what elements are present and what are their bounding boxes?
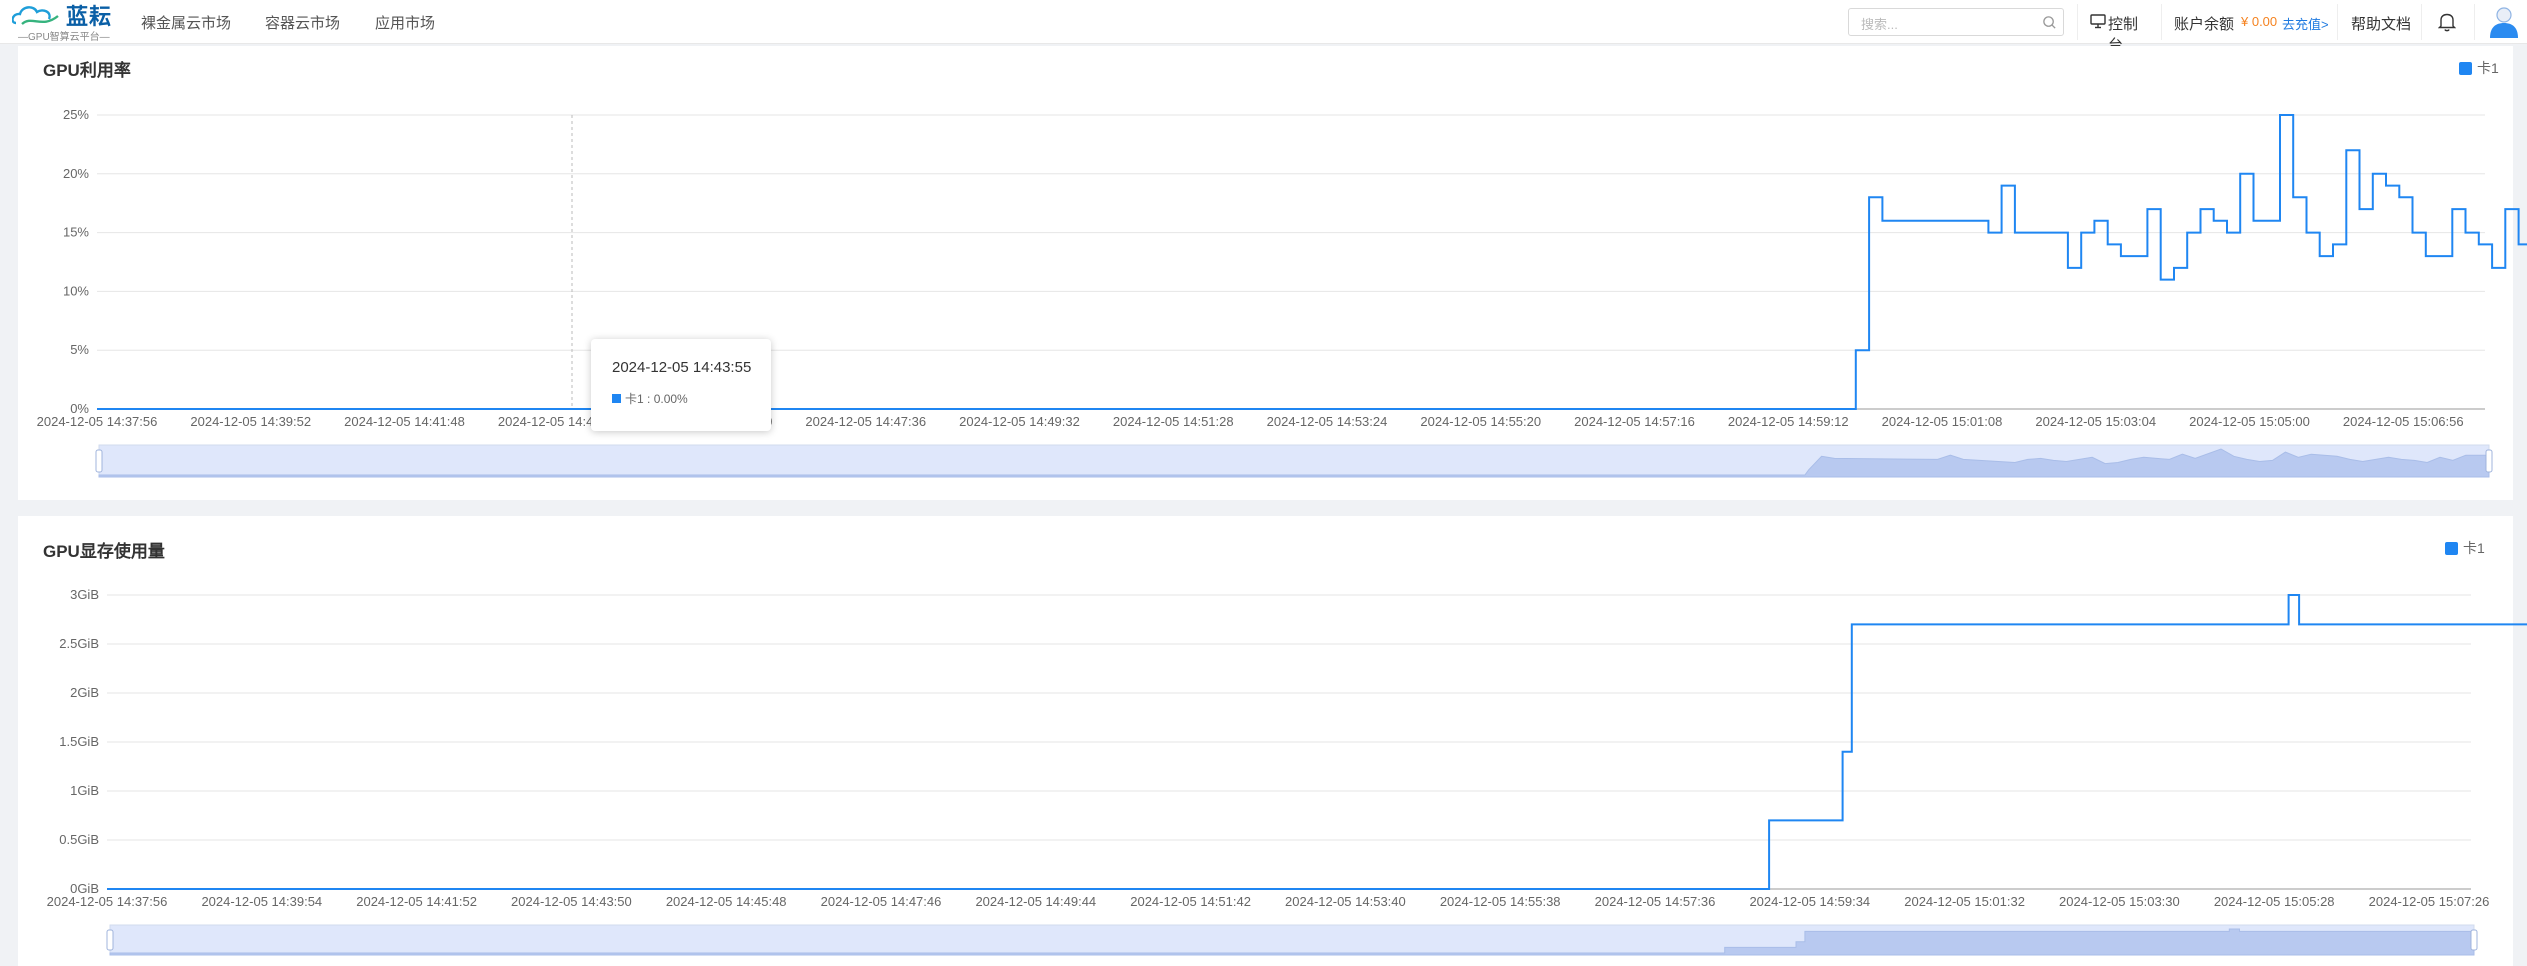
series-line-card1 xyxy=(97,114,2527,410)
zoom-handle[interactable] xyxy=(2470,929,2478,951)
y-tick-label: 5% xyxy=(70,342,89,357)
x-tick-label: 2024-12-05 14:39:52 xyxy=(190,414,311,429)
logo-subtitle: —GPU智算云平台— xyxy=(18,32,110,43)
x-tick-label: 2024-12-05 14:45:48 xyxy=(666,894,787,909)
gpu-utilization-panel: GPU利用率 卡1 0% 5% 10% 15% 20% 25% 2024-12-05 14:… xyxy=(18,46,2527,500)
x-tick-label: 2024-12-05 14:57:36 xyxy=(1595,894,1716,909)
top-navbar: 蓝耘 —GPU智算云平台— 裸金属云市场 容器云市场 应用市场 控制台 账户余额… xyxy=(0,0,2527,54)
monitor-icon xyxy=(2090,14,2106,29)
cloud-logo-icon[interactable] xyxy=(12,3,64,29)
x-tick-label: 2024-12-05 15:07:26 xyxy=(2369,894,2490,909)
nav-container-market[interactable]: 容器云市场 xyxy=(265,12,340,33)
zoom-handle[interactable] xyxy=(106,929,114,951)
tooltip-time: 2024-12-05 14:43:55 xyxy=(612,359,752,376)
x-tick-label: 2024-12-05 14:53:40 xyxy=(1285,894,1406,909)
x-tick-label: 2024-12-05 14:49:44 xyxy=(975,894,1096,909)
x-tick-label: 2024-12-05 14:39:54 xyxy=(201,894,322,909)
x-tick-label: 2024-12-05 14:47:46 xyxy=(821,894,942,909)
avatar[interactable] xyxy=(2489,5,2519,38)
y-tick-label: 1.5GiB xyxy=(59,734,99,749)
x-tick-label: 2024-12-05 14:43:50 xyxy=(511,894,632,909)
y-tick-label: 3GiB xyxy=(70,587,99,602)
header-divider xyxy=(2474,4,2475,40)
gpu-memory-panel: GPU显存使用量 卡1 0GiB 0.5GiB 1GiB 1.5GiB 2GiB 2.5G… xyxy=(18,516,2527,966)
tooltip-value: 0.00% xyxy=(653,391,688,406)
balance-value: ¥ 0.00 xyxy=(2241,14,2278,29)
header-divider xyxy=(2161,4,2162,40)
x-tick-label: 2024-12-05 14:59:34 xyxy=(1749,894,1870,909)
search-input[interactable] xyxy=(1859,14,2033,34)
nav-bare-metal-market[interactable]: 裸金属云市场 xyxy=(141,12,231,33)
search-box xyxy=(1848,8,2064,36)
x-tick-label: 2024-12-05 15:05:00 xyxy=(2189,414,2310,429)
x-tick-label: 2024-12-05 14:57:16 xyxy=(1574,414,1695,429)
gpu-utilization-chart: 0%5%10%15%20%25%2024-12-05 14:37:56 2024-… xyxy=(37,107,2527,478)
x-tick-label: 2024-12-05 15:01:32 xyxy=(1904,894,2025,909)
x-tick-label: 2024-12-05 15:06:56 xyxy=(2343,414,2464,429)
tooltip-series-row: 卡1 : 0.00% xyxy=(612,390,688,407)
header-divider xyxy=(2077,4,2078,40)
x-tick-label: 2024-12-05 14:37:56 xyxy=(37,414,158,429)
tooltip-series-name: 卡1 xyxy=(625,392,644,406)
balance-label: 账户余额 xyxy=(2174,16,2235,33)
y-tick-label: 2GiB xyxy=(70,685,99,700)
search-icon[interactable] xyxy=(2042,15,2057,30)
y-tick-label: 15% xyxy=(63,225,89,240)
y-tick-label: 2.5GiB xyxy=(59,636,99,651)
x-tick-label: 2024-12-05 14:59:12 xyxy=(1728,414,1849,429)
x-tick-label: 2024-12-05 15:01:08 xyxy=(1882,414,2003,429)
zoom-handle[interactable] xyxy=(2485,449,2493,473)
x-tick-label: 2024-12-05 14:55:38 xyxy=(1440,894,1561,909)
x-tick-label: 2024-12-05 14:41:48 xyxy=(344,414,465,429)
y-tick-label: 25% xyxy=(63,107,89,122)
x-tick-label: 2024-12-05 14:47:36 xyxy=(805,414,926,429)
x-tick-label: 2024-12-05 14:49:32 xyxy=(959,414,1080,429)
recharge-link[interactable]: 去充值> xyxy=(2282,14,2329,33)
header-divider xyxy=(2421,4,2422,40)
x-tick-label: 2024-12-05 14:53:24 xyxy=(1267,414,1388,429)
y-tick-label: 10% xyxy=(63,283,89,298)
x-tick-label: 2024-12-05 14:37:56 xyxy=(47,894,168,909)
y-tick-label: 1GiB xyxy=(70,783,99,798)
gpu-memory-chart: 0GiB0.5GiB1GiB1.5GiB2GiB2.5GiB3GiB2024-1… xyxy=(47,587,2527,956)
x-tick-label: 2024-12-05 15:03:04 xyxy=(2035,414,2156,429)
header-divider xyxy=(2337,4,2338,40)
x-tick-label: 2024-12-05 14:55:20 xyxy=(1420,414,1541,429)
bell-icon[interactable] xyxy=(2438,12,2456,32)
y-tick-label: 20% xyxy=(63,166,89,181)
zoom-handle[interactable] xyxy=(95,449,103,473)
tooltip-separator: : xyxy=(643,391,654,406)
x-tick-label: 2024-12-05 14:41:52 xyxy=(356,894,477,909)
logo-text: 蓝耘 xyxy=(66,4,113,29)
help-docs-link[interactable]: 帮助文档 xyxy=(2351,13,2411,34)
x-tick-label: 2024-12-05 14:51:42 xyxy=(1130,894,1251,909)
x-tick-label: 2024-12-05 15:03:30 xyxy=(2059,894,2180,909)
console-button[interactable]: 控制台 xyxy=(2090,0,2152,54)
y-tick-label: 0.5GiB xyxy=(59,832,99,847)
nav-app-market[interactable]: 应用市场 xyxy=(375,12,435,33)
tooltip-swatch xyxy=(612,394,621,403)
chart-tooltip: 2024-12-05 14:43:55 卡1 : 0.00% xyxy=(591,339,771,431)
x-tick-label: 2024-12-05 15:05:28 xyxy=(2214,894,2335,909)
x-tick-label: 2024-12-05 14:51:28 xyxy=(1113,414,1234,429)
